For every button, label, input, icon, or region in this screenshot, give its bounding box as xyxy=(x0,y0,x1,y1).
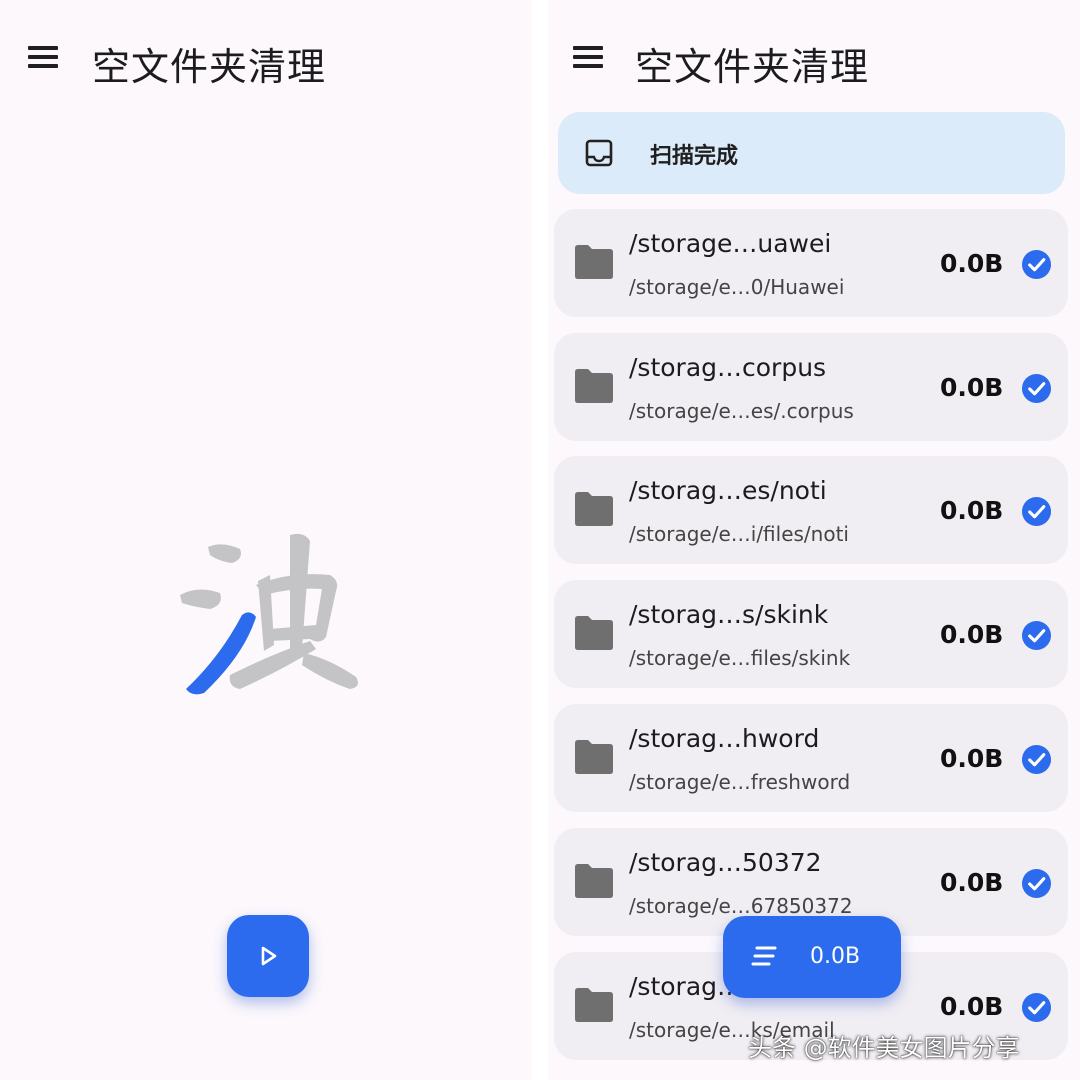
play-icon xyxy=(261,946,277,966)
right-screen: 空文件夹清理 扫描完成 /storage…uawei /storage/e…0/… xyxy=(548,0,1080,1080)
folder-name: /storag…hword xyxy=(629,724,820,753)
start-scan-button[interactable] xyxy=(227,915,309,997)
scan-status-text: 扫描完成 xyxy=(650,144,739,169)
list-item[interactable]: /storag…es/noti /storage/e…i/files/noti … xyxy=(554,456,1068,564)
folder-name: /storage…uawei xyxy=(629,229,832,258)
tray-icon xyxy=(585,139,613,167)
folder-icon xyxy=(575,864,613,898)
checkbox-checked-icon[interactable] xyxy=(1021,868,1052,899)
folder-path: /storage/e…files/skink xyxy=(629,646,851,670)
left-screen: 空文件夹清理 xyxy=(0,0,532,1080)
folder-size: 0.0B xyxy=(940,496,1004,525)
folder-size: 0.0B xyxy=(940,744,1004,773)
scan-status-banner: 扫描完成 xyxy=(558,112,1065,194)
folder-icon xyxy=(575,245,613,279)
sort-icon xyxy=(751,946,777,966)
page-title: 空文件夹清理 xyxy=(635,45,870,89)
clean-fab-button[interactable]: 0.0B xyxy=(723,916,901,998)
brand-logo xyxy=(170,525,370,705)
folder-size: 0.0B xyxy=(940,373,1004,402)
top-app-bar: 空文件夹清理 xyxy=(0,0,532,120)
folder-name: /storag…es/noti xyxy=(629,476,827,505)
screen-divider xyxy=(532,0,548,1080)
folder-path: /storage/e…67850372 xyxy=(629,894,853,918)
folder-size: 0.0B xyxy=(940,992,1004,1021)
list-item[interactable]: /storage…uawei /storage/e…0/Huawei 0.0B xyxy=(554,209,1068,317)
folder-name: /storag…corpus xyxy=(629,353,827,382)
folder-size: 0.0B xyxy=(940,620,1004,649)
folder-path: /storage/e…i/files/noti xyxy=(629,522,849,546)
folder-icon xyxy=(575,369,613,403)
folder-icon xyxy=(575,740,613,774)
list-item[interactable]: /storag…corpus /storage/e…es/.corpus 0.0… xyxy=(554,333,1068,441)
folder-name: /storag…s/skink xyxy=(629,600,829,629)
checkbox-checked-icon[interactable] xyxy=(1021,373,1052,404)
checkbox-checked-icon[interactable] xyxy=(1021,992,1052,1023)
checkbox-checked-icon[interactable] xyxy=(1021,496,1052,527)
page-title: 空文件夹清理 xyxy=(92,45,327,89)
list-item[interactable]: /storag…hword /storage/e…freshword 0.0B xyxy=(554,704,1068,812)
checkbox-checked-icon[interactable] xyxy=(1021,744,1052,775)
folder-path: /storage/e…freshword xyxy=(629,770,851,794)
folder-icon xyxy=(575,616,613,650)
folder-name: /storag…50372 xyxy=(629,848,822,877)
folder-icon xyxy=(575,492,613,526)
folder-path: /storage/e…0/Huawei xyxy=(629,275,845,299)
watermark-text: 头条 @软件美女图片分享 xyxy=(748,1034,1020,1062)
top-app-bar: 空文件夹清理 xyxy=(548,0,1080,120)
checkbox-checked-icon[interactable] xyxy=(1021,249,1052,280)
folder-size: 0.0B xyxy=(940,249,1004,278)
list-item[interactable]: /storag…s/skink /storage/e…files/skink 0… xyxy=(554,580,1068,688)
hamburger-icon[interactable] xyxy=(28,45,60,69)
folder-path: /storage/e…es/.corpus xyxy=(629,399,854,423)
folder-icon xyxy=(575,988,613,1022)
total-size-label: 0.0B xyxy=(810,944,861,969)
folder-size: 0.0B xyxy=(940,868,1004,897)
hamburger-icon[interactable] xyxy=(573,45,605,69)
checkbox-checked-icon[interactable] xyxy=(1021,620,1052,651)
